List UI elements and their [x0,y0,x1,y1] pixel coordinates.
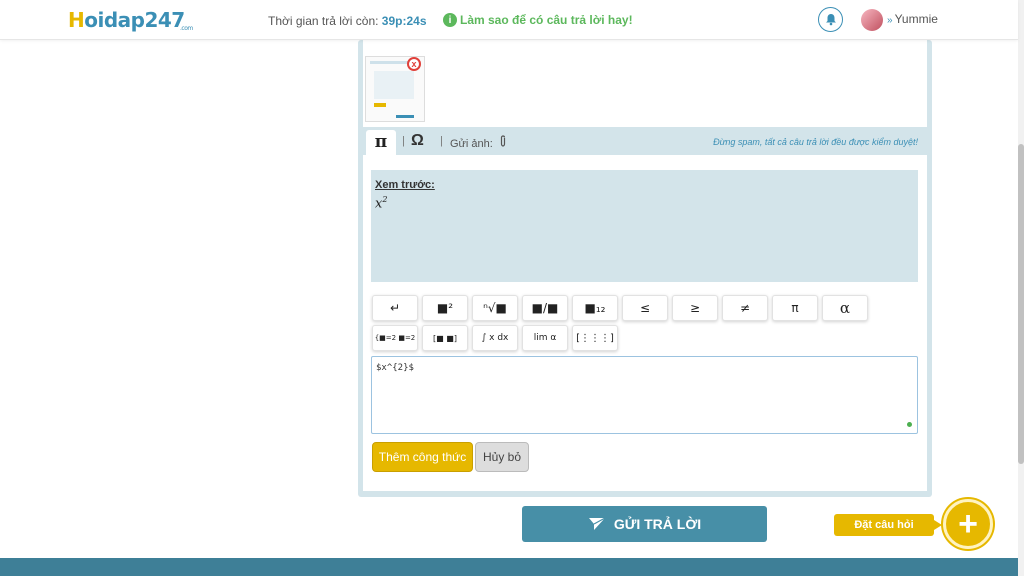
send-image-label: Gửi ảnh: [450,138,493,150]
symbol-subscript-button[interactable]: ■₁₂ [572,295,618,321]
symbol-integral-button[interactable]: ∫ x dx [472,325,518,351]
send-icon [588,517,606,530]
spam-warning: Đừng spam, tất cả câu trả lời đều được k… [713,137,918,147]
symbol-enter-button[interactable]: ↵ [372,295,418,321]
scrollbar-thumb[interactable] [1018,144,1024,464]
notification-button[interactable] [818,7,843,32]
ask-question-label[interactable]: Đặt câu hỏi [834,514,942,536]
toolbar-separator: | [402,135,405,147]
timer-label: Thời gian trả lời còn: [268,14,379,28]
remove-image-icon[interactable]: x [407,57,421,71]
symbol-limit-button[interactable]: lim α [522,325,568,351]
tab-special-characters[interactable]: Ω [411,132,424,150]
symbol-matrix-button[interactable]: [■ ■] [422,325,468,351]
symbol-system-button[interactable]: {■=2 ■=2 [372,325,418,351]
symbol-root-button[interactable]: ⁿ√■ [472,295,518,321]
top-header: Hoidap247 .com Thời gian trả lời còn: 39… [0,0,1018,40]
symbol-geq-button[interactable]: ≥ [672,295,718,321]
user-menu[interactable]: » Yummie [887,12,938,26]
editor-toolbar: π | Ω | Gửi ảnh: Đừng spam, tất cả câu t… [363,127,927,155]
page-scrollbar[interactable] [1018,0,1024,576]
bell-icon [825,14,836,26]
tab-math-formula[interactable]: π [366,130,396,155]
user-name: Yummie [894,12,938,26]
logo-h: H [68,8,85,32]
answer-panel: x π | Ω | Gửi ảnh: Đừng spam, tất cả câu… [358,40,932,497]
submit-label: GỬI TRẢ LỜI [613,516,702,532]
symbol-alpha-button[interactable]: α [822,295,868,321]
math-editor: Xem trước: x2 ↵ ■² ⁿ√■ ■/■ ■₁₂ ≤ ≥ ≠ π α… [363,155,927,491]
logo[interactable]: Hoidap247 .com [68,8,193,32]
logo-com: .com [180,25,193,32]
avatar[interactable] [861,9,883,31]
paperclip-icon [500,135,506,147]
symbol-pi-button[interactable]: π [772,295,818,321]
answer-tip-link[interactable]: i Làm sao để có câu trả lời hay! [443,13,633,27]
tip-text: Làm sao để có câu trả lời hay! [460,13,633,27]
preview-label: Xem trước: [375,179,435,191]
symbol-fraction-button[interactable]: ■/■ [522,295,568,321]
add-formula-button[interactable]: Thêm công thức [372,442,473,472]
preview-formula: x2 [375,195,388,212]
submit-answer-button[interactable]: GỬI TRẢ LỜI [522,506,767,542]
formula-preview: Xem trước: x2 [371,170,918,282]
footer-bar [0,558,1018,576]
textarea-resize-handle[interactable] [907,422,912,427]
symbol-grid-matrix-button[interactable]: [⋮⋮⋮] [572,325,618,351]
cancel-button[interactable]: Hủy bỏ [475,442,529,472]
send-image-button[interactable]: Gửi ảnh: [450,135,507,150]
timer-value: 39p:24s [381,14,427,28]
symbol-leq-button[interactable]: ≤ [622,295,668,321]
answer-timer: Thời gian trả lời còn: 39p:24s [268,14,427,28]
chevron-down-icon: » [887,15,893,26]
info-icon: i [443,13,457,27]
latex-input[interactable]: $x^{2}$ [371,356,918,434]
ask-question-plus-button[interactable]: + [943,499,993,549]
toolbar-separator: | [440,135,443,147]
symbol-neq-button[interactable]: ≠ [722,295,768,321]
symbol-power-button[interactable]: ■² [422,295,468,321]
logo-text: oidap247 [84,8,185,32]
